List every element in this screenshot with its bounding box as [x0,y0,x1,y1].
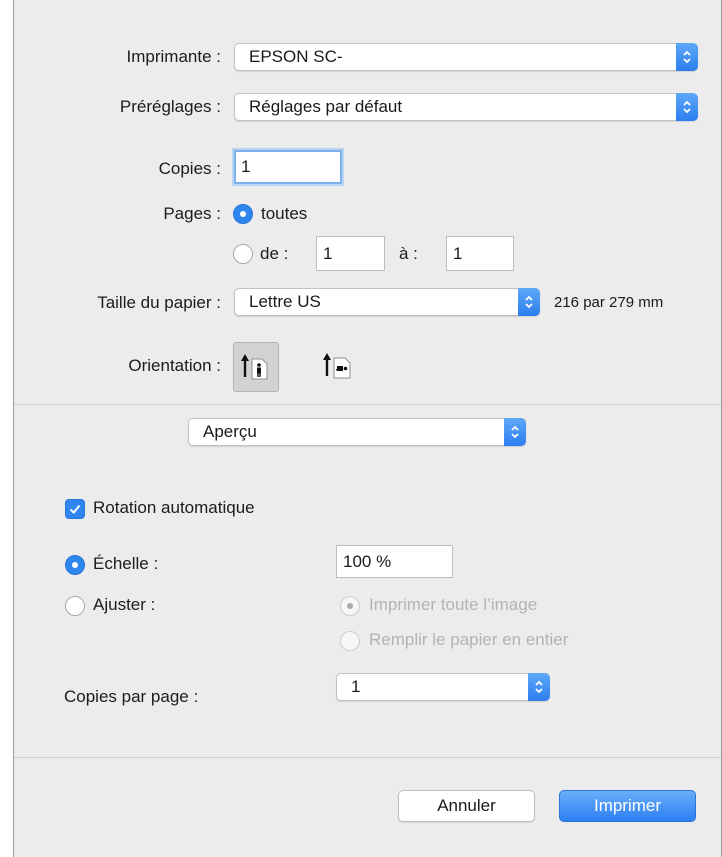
separator [14,404,721,405]
scale-label: Échelle : [93,554,159,573]
fit-option-1-label: Imprimer toute l’image [369,595,538,614]
copies-field[interactable]: 1 [234,150,342,184]
section-popup-value: Aperçu [203,422,257,441]
fit-label: Ajuster : [93,595,156,614]
cancel-button[interactable]: Annuler [398,790,535,822]
pages-range-label: de : [260,244,289,263]
presets-popup[interactable]: Réglages par défaut [234,93,698,121]
pages-label: Pages : [163,204,221,223]
popup-stepper-icon [676,43,698,71]
paper-size-value: Lettre US [249,292,321,311]
popup-stepper-icon [504,418,526,446]
print-dialog: Imprimante : EPSON SC- Préréglages : Rég… [13,0,722,857]
fit-option-1-radio[interactable] [340,596,360,616]
portrait-button[interactable] [233,342,279,392]
copies-per-page-label: Copies par page : [64,687,199,706]
landscape-button[interactable] [317,342,363,392]
printer-popup[interactable]: EPSON SC- [234,43,698,71]
pages-all-radio[interactable] [233,204,253,224]
scale-radio[interactable] [65,555,85,575]
pages-to-label: à : [399,244,418,263]
pages-range-radio[interactable] [233,244,253,264]
printer-value: EPSON SC- [249,47,343,66]
pages-from-field[interactable]: 1 [316,236,385,271]
popup-stepper-icon [676,93,698,121]
popup-stepper-icon [528,673,550,701]
landscape-icon [323,353,351,379]
copies-per-page-popup[interactable]: 1 [336,673,550,701]
auto-rotate-checkbox[interactable] [65,499,85,519]
popup-stepper-icon [518,288,540,316]
fit-option-2-label: Remplir le papier en entier [369,630,569,649]
separator [14,757,721,758]
checkmark-icon [69,504,81,514]
printer-label: Imprimante : [126,47,221,66]
presets-value: Réglages par défaut [249,97,403,116]
section-popup[interactable]: Aperçu [188,418,526,446]
pages-all-label: toutes [261,204,308,223]
copies-per-page-value: 1 [351,677,361,696]
fit-radio[interactable] [65,596,85,616]
paper-dimensions: 216 par 279 mm [554,294,664,311]
presets-label: Préréglages : [119,97,221,116]
print-button[interactable]: Imprimer [559,790,696,822]
pages-to-field[interactable]: 1 [446,236,514,271]
orientation-label: Orientation : [128,356,221,375]
auto-rotate-label: Rotation automatique [93,498,255,517]
fit-option-2-radio[interactable] [340,631,360,651]
portrait-icon [241,354,268,380]
paper-size-label: Taille du papier : [97,293,221,312]
scale-field[interactable]: 100 % [336,545,453,578]
paper-size-popup[interactable]: Lettre US [234,288,540,316]
copies-label: Copies : [158,159,221,178]
